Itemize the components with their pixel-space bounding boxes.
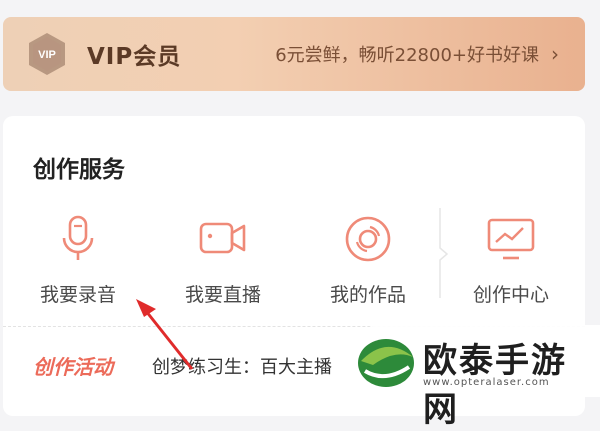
vip-title: VIP会员 xyxy=(87,44,182,70)
chevron-right-icon: › xyxy=(551,42,559,66)
record-audio-button[interactable]: 我要录音 xyxy=(18,214,138,307)
watermark: 欧泰手游网 www.opteralaser.com xyxy=(345,325,600,430)
monitor-chart-icon xyxy=(487,218,535,260)
creator-center-button[interactable]: 创作中心 xyxy=(451,214,571,307)
record-audio-label: 我要录音 xyxy=(39,284,116,306)
go-live-button[interactable]: 我要直播 xyxy=(163,214,283,307)
my-works-label: 我的作品 xyxy=(329,284,406,306)
vip-badge-text: VIP xyxy=(38,49,56,61)
red-arrow-annotation xyxy=(136,299,194,370)
watermark-logo-icon xyxy=(358,339,414,387)
section-title: 创作服务 xyxy=(33,157,125,183)
activity-tag: 创作活动 xyxy=(33,355,113,379)
vip-banner[interactable]: VIP VIP会员 6元尝鲜，畅听22800+好书好课 › xyxy=(3,17,585,91)
watermark-url: www.opteralaser.com xyxy=(423,377,550,388)
creator-center-label: 创作中心 xyxy=(472,284,549,306)
video-camera-icon xyxy=(199,222,246,254)
vip-badge-icon: VIP xyxy=(29,33,65,75)
microphone-icon xyxy=(62,215,94,260)
my-works-button[interactable]: 我的作品 xyxy=(308,214,428,307)
divider xyxy=(439,208,449,298)
disc-icon xyxy=(345,216,391,262)
vip-promo-text: 6元尝鲜，畅听22800+好书好课 xyxy=(275,45,539,66)
